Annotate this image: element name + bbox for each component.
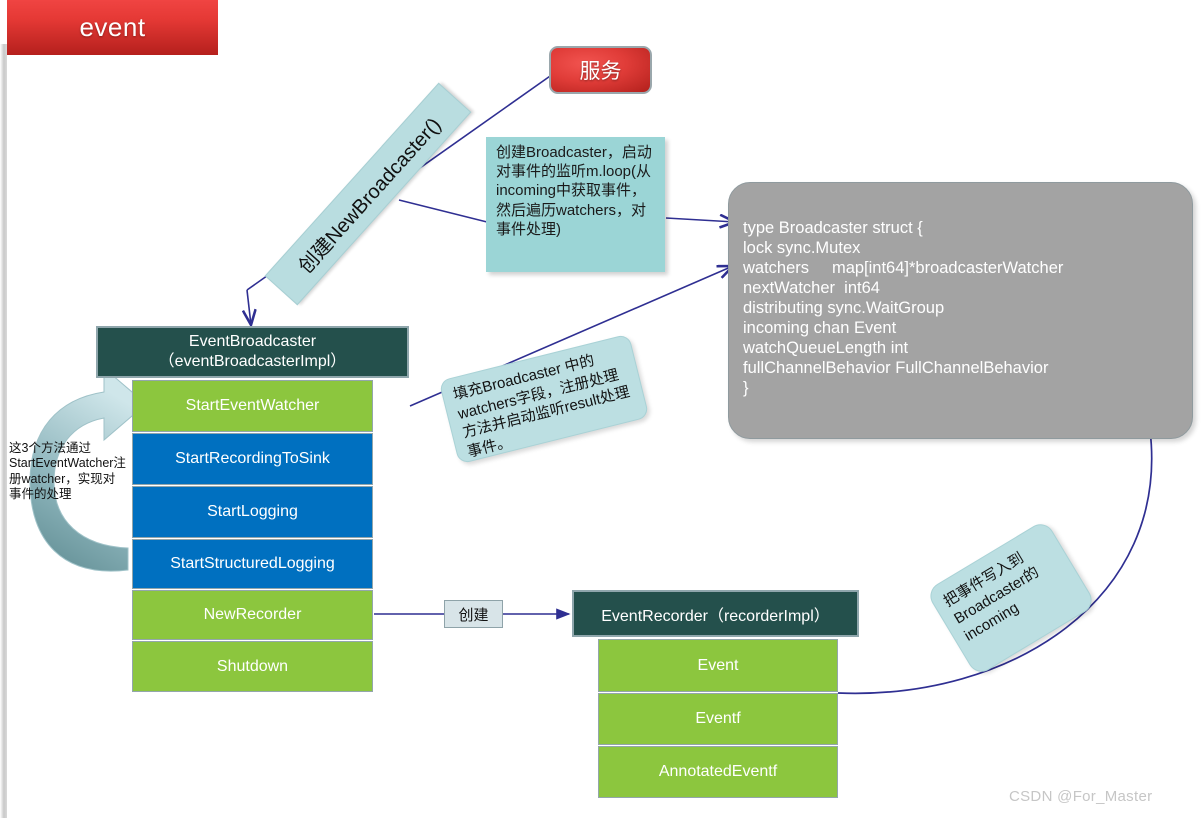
eventbroadcaster-header: EventBroadcaster （eventBroadcasterImpl）	[96, 326, 409, 378]
eventbroadcaster-subtitle: （eventBroadcasterImpl）	[158, 353, 347, 370]
code-line: watchers map[int64]*broadcasterWatcher	[743, 259, 1064, 277]
watermark: CSDN @For_Master	[1009, 788, 1153, 805]
method-label: StartEventWatcher	[185, 397, 320, 414]
title-banner-label: event	[79, 12, 146, 42]
method-label: StartLogging	[207, 503, 298, 520]
code-line: }	[743, 379, 749, 397]
method-row-newrecorder[interactable]: NewRecorder	[132, 590, 373, 640]
method-label: Event	[697, 656, 739, 674]
method-row-event[interactable]: Event	[598, 639, 838, 692]
note-fill-watchers: 填充Broadcaster 中的watchers字段，注册处理方法并启动监听re…	[438, 333, 650, 465]
code-line: distributing sync.WaitGroup	[743, 299, 945, 317]
method-row-eventf[interactable]: Eventf	[598, 693, 838, 745]
title-banner: event	[7, 0, 218, 55]
method-row-startstructuredlogging[interactable]: StartStructuredLogging	[132, 539, 373, 589]
code-line: fullChannelBehavior FullChannelBehavior	[743, 359, 1049, 377]
left-gutter-strip	[0, 44, 7, 818]
broadcaster-struct-panel: type Broadcaster struct { lock sync.Mute…	[728, 182, 1193, 439]
method-label: AnnotatedEventf	[658, 763, 778, 780]
code-line: incoming chan Event	[743, 319, 897, 337]
method-label: Eventf	[695, 710, 741, 727]
method-label: StartRecordingToSink	[175, 450, 330, 467]
service-box-label: 服务	[579, 60, 622, 83]
code-line: type Broadcaster struct {	[743, 219, 923, 237]
eventrecorder-title: EventRecorder（recorderImpl）	[601, 607, 830, 625]
left-caption-text: 这3个方法通过StartEventWatcher注册watcher，实现对事件的…	[9, 441, 126, 501]
diagram-canvas: event 服务 创建NewBroadcaster() 创建Broadcaste…	[0, 0, 1203, 818]
note-write-to-incoming: 把事件写入到Broadcaster的incoming	[925, 519, 1097, 677]
create-newbroadcaster-banner: 创建NewBroadcaster()	[264, 82, 472, 306]
connector-note-loop-tail	[398, 199, 488, 223]
code-line: lock sync.Mutex	[743, 239, 861, 257]
method-row-startrecordingtosink[interactable]: StartRecordingToSink	[132, 433, 373, 485]
create-connector-label: 创建	[444, 600, 503, 628]
method-label: NewRecorder	[203, 606, 302, 623]
service-box: 服务	[549, 46, 652, 94]
connector-note-loop-to-struct	[665, 218, 735, 222]
method-row-startlogging[interactable]: StartLogging	[132, 486, 373, 538]
method-row-starteventwatcher[interactable]: StartEventWatcher	[132, 380, 373, 432]
connector-to-eventbroadcaster	[247, 289, 251, 325]
method-row-annotatedeventf[interactable]: AnnotatedEventf	[598, 746, 838, 798]
method-label: StartStructuredLogging	[170, 555, 335, 572]
code-line: watchQueueLength int	[743, 339, 909, 357]
eventrecorder-header: EventRecorder（recorderImpl）	[572, 590, 859, 637]
note-create-broadcaster: 创建Broadcaster，启动对事件的监听m.loop(从incoming中获…	[486, 137, 665, 272]
method-label: Shutdown	[216, 657, 289, 675]
eventbroadcaster-title: EventBroadcaster	[188, 333, 317, 350]
code-line: nextWatcher int64	[743, 279, 880, 297]
method-row-shutdown[interactable]: Shutdown	[132, 641, 373, 692]
create-newbroadcaster-label: 创建NewBroadcaster()	[294, 113, 446, 278]
